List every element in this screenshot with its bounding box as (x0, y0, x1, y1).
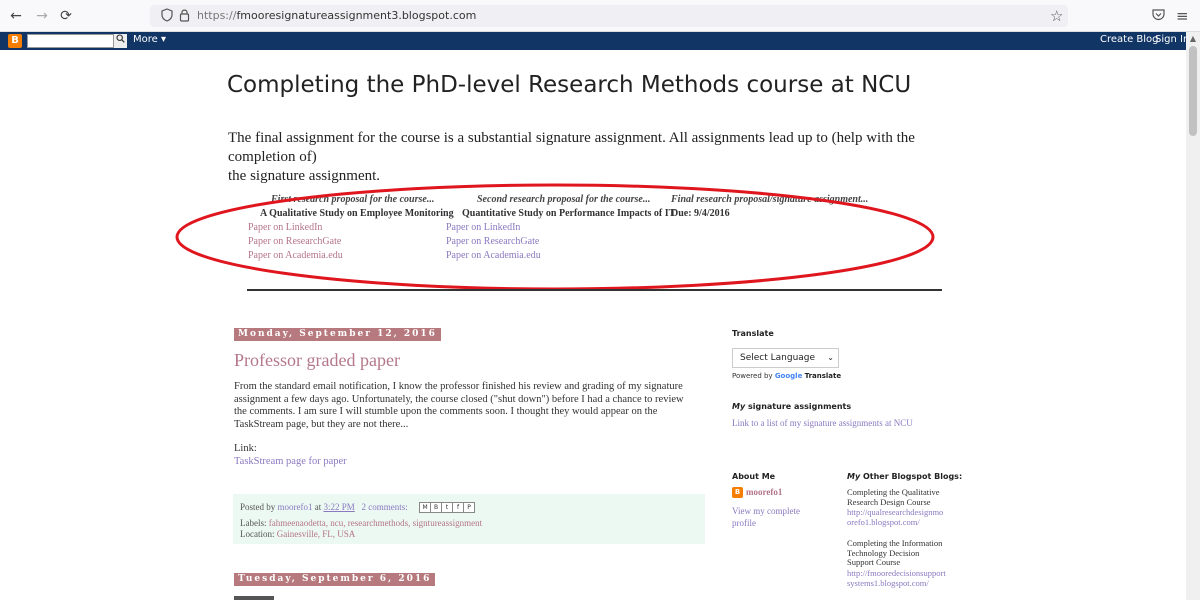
more-menu-button[interactable]: More ▾ (133, 34, 166, 45)
red-annotation-ellipse (175, 183, 935, 291)
post-time-link[interactable]: 3:22 PM (324, 502, 355, 512)
post-meta-line: Posted by moorefo1 at 3:22 PM 2 comments… (240, 502, 476, 514)
view-profile-link-line-1[interactable]: View my complete (732, 506, 800, 516)
signature-assignments-link[interactable]: Link to a list of my signature assignmen… (732, 418, 913, 428)
post-author-link[interactable]: moorefo1 (278, 502, 313, 512)
blog-2-url-link[interactable]: http://fmooredecisionsupport systems1.bl… (847, 568, 946, 588)
powered-by-google: Powered by Google Translate (732, 372, 841, 380)
post-title[interactable]: Professor graded paper (234, 350, 400, 371)
blogger-profile-icon: B (732, 487, 743, 498)
post-labels-links[interactable]: fahmeenaodetta, ncu, researchmethods, si… (269, 518, 482, 528)
other-blogs-heading: My Other Blogspot Blogs: (847, 472, 963, 481)
post-labels-line: Labels: fahmeenaodetta, ncu, researchmet… (240, 518, 482, 528)
comments-link[interactable]: 2 comments: (362, 502, 408, 512)
post-link-label: Link: (234, 443, 257, 454)
language-select-value: Select Language (740, 353, 816, 363)
blog-description: The final assignment for the course is a… (228, 129, 968, 186)
post-location-link[interactable]: Gainesville, FL, USA (277, 529, 356, 539)
menu-icon[interactable]: ≡ (1176, 8, 1189, 24)
lock-icon[interactable] (179, 8, 190, 27)
pinterest-share-icon[interactable]: P (463, 502, 476, 514)
post-date-header: Monday, September 12, 2016 (234, 328, 441, 341)
post-at-label: at (314, 502, 322, 512)
post-date-header: Tuesday, September 6, 2016 (234, 573, 436, 586)
blogger-logo-icon[interactable]: B (8, 34, 22, 48)
url-text[interactable]: https://fmooresignatureassignment3.blogs… (197, 9, 476, 22)
bookmark-star-icon[interactable]: ☆ (1050, 8, 1063, 24)
blog-description-line-1: The final assignment for the course is a… (228, 130, 915, 165)
scroll-thumb[interactable] (1189, 46, 1197, 136)
profile-name-link[interactable]: moorefo1 (746, 487, 782, 497)
post-body: From the standard email notification, I … (234, 381, 684, 431)
back-icon[interactable]: ← (8, 8, 24, 24)
create-blog-link[interactable]: Create Blog (1100, 34, 1159, 45)
blog-1-url-link[interactable]: http://qualresearchdesignmo orefo1.blogs… (847, 507, 943, 527)
blog-title[interactable]: Completing the PhD-level Research Method… (227, 72, 911, 98)
post-location-line: Location: Gainesville, FL, USA (240, 529, 355, 539)
signature-assignments-heading: My signature assignments (732, 402, 852, 411)
header-divider (247, 289, 942, 291)
scroll-up-icon[interactable]: ▲ (1186, 32, 1200, 46)
blogger-navbar: B More ▾ Create Blog Sign In (0, 32, 1200, 50)
google-logo[interactable]: Google (775, 372, 803, 380)
forward-icon[interactable]: → (34, 8, 50, 24)
browser-toolbar: ← → ⟳ https://fmooresignatureassignment3… (0, 0, 1200, 32)
about-me-heading: About Me (732, 472, 776, 481)
reload-icon[interactable]: ⟳ (58, 8, 74, 24)
pocket-icon[interactable] (1152, 8, 1165, 26)
sign-in-link[interactable]: Sign In (1155, 34, 1189, 45)
powered-by-label: Powered by (732, 372, 773, 380)
location-label: Location: (240, 529, 275, 539)
blog-2-title: Completing the Information Technology De… (847, 538, 943, 568)
translate-heading: Translate (732, 329, 774, 338)
view-profile-link-line-2[interactable]: profile (732, 518, 756, 528)
page-scrollbar[interactable]: ▲ (1186, 32, 1200, 600)
search-icon[interactable] (113, 34, 127, 48)
labels-label: Labels: (240, 518, 267, 528)
blog-search-input[interactable] (27, 34, 127, 48)
shield-icon[interactable] (161, 8, 173, 27)
post-footer: Posted by moorefo1 at 3:22 PM 2 comments… (233, 494, 705, 544)
second-post-title-peek (234, 596, 274, 600)
taskstream-link[interactable]: TaskStream page for paper (234, 456, 347, 467)
google-translate-link[interactable]: Translate (805, 372, 842, 380)
chevron-down-icon: ⌄ (827, 353, 834, 362)
blog-1-title: Completing the Qualitative Research Desi… (847, 487, 940, 507)
posted-by-label: Posted by (240, 502, 276, 512)
language-select[interactable]: Select Language ⌄ (732, 348, 839, 368)
